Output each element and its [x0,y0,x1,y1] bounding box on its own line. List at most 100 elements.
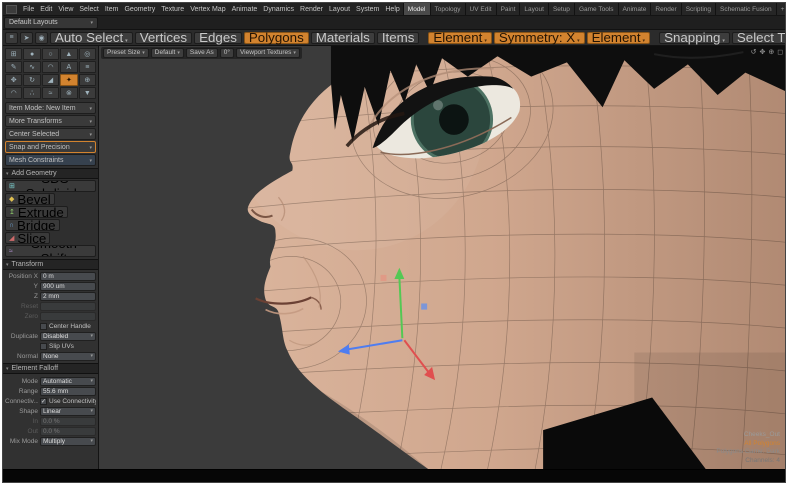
arc-tool-icon[interactable]: ◠ [42,61,59,73]
mode-toolbar-button[interactable]: Element [587,32,650,44]
transform-section-header[interactable]: Transform [3,259,98,270]
menu-item[interactable]: Texture [158,6,187,13]
menu-item[interactable]: Animate [229,6,261,13]
cylinder-tool-icon[interactable]: ○ [42,48,59,60]
layout-tab[interactable]: Paint [496,3,520,15]
layout-tab-strip: ModelTopologyUV EditPaintLayoutSetupGame… [403,3,786,15]
mode-toolbar-button[interactable]: Element [428,32,491,44]
layout-tab[interactable]: Animate [618,3,651,15]
falloff-tool-icon[interactable]: ◠ [5,87,22,99]
element-falloff-section-header[interactable]: Element Falloff [3,363,98,374]
menu-item[interactable]: Select [76,6,101,13]
falloff-shape-dropdown[interactable]: Linear [40,407,96,416]
tube-tool-icon[interactable]: ≡ [79,61,96,73]
menu-item[interactable]: Dynamics [260,6,297,13]
use-connectivity-checkbox[interactable] [40,398,47,405]
menu-icon[interactable]: ≡ [5,32,18,44]
element-move-tool-icon[interactable]: ✦ [60,74,77,86]
menu-item[interactable]: Item [102,6,122,13]
3d-viewport[interactable]: Preset Size Default Save As 0° [99,46,785,469]
viewport-header-button[interactable]: Viewport Textures [236,48,300,58]
menu-item[interactable]: Render [297,6,326,13]
panel-dropdown[interactable]: More Transforms [5,115,96,127]
geometry-tool-button[interactable]: ◢ Slice [5,232,50,244]
falloff-mode-dropdown[interactable]: Automatic [40,377,96,386]
add-geometry-section-header[interactable]: Add Geometry [3,168,98,179]
scale-tool-icon[interactable]: ◢ [42,74,59,86]
viewport-canvas[interactable] [99,46,785,469]
layout-tab[interactable]: UV Edit [465,3,496,15]
mesh-constraints-button[interactable]: Mesh Constraints [5,154,96,166]
layout-tab[interactable]: Game Tools [574,3,618,15]
geometry-tool-button[interactable]: ⊞ SDS Subdivide [5,180,96,192]
center-handle-checkbox[interactable] [40,323,47,330]
viewport-header-button[interactable]: 0° [220,48,234,58]
normal-dropdown[interactable]: None [40,352,96,361]
pan-icon[interactable]: ✥ [759,49,765,56]
jitter-tool-icon[interactable]: ∴ [23,87,40,99]
position-z-field[interactable]: 2 mm [40,292,96,301]
torus-tool-icon[interactable]: ◎ [79,48,96,60]
layout-tab[interactable]: Layout [519,3,548,15]
rotate-tool-icon[interactable]: ↻ [23,74,40,86]
sphere-tool-icon[interactable]: ● [23,48,40,60]
panel-dropdown[interactable]: Item Mode: New Item [5,102,96,114]
menu-item[interactable]: Help [382,6,402,13]
mode-toolbar-button[interactable]: Select Through [732,32,785,44]
pointer-icon[interactable]: ➤ [20,32,33,44]
panel-dropdown[interactable]: Center Selected [5,128,96,140]
mode-toolbar-button[interactable]: Items [377,32,420,44]
menu-item[interactable]: View [55,6,76,13]
mode-toolbar-button[interactable]: Symmetry: X [494,32,585,44]
flex-tool-icon[interactable]: ⊗ [60,87,77,99]
geometry-tool-button[interactable]: ↥ Extrude [5,206,68,218]
viewport-header-button[interactable]: Default [151,48,184,58]
mix-mode-dropdown[interactable]: Multiply [40,437,96,446]
menu-item[interactable]: File [20,6,37,13]
snap-precision-button[interactable]: Snap and Precision [5,141,96,153]
position-y-field[interactable]: 900 um [40,282,96,291]
cube-tool-icon[interactable]: ⊞ [5,48,22,60]
text-tool-icon[interactable]: A [60,61,77,73]
cone-tool-icon[interactable]: ▲ [60,48,77,60]
geometry-tool-button[interactable]: ◆ Bevel [5,193,55,205]
slip-uvs-checkbox[interactable] [40,343,47,350]
mode-toolbar-button[interactable]: Snapping [659,32,730,44]
viewport-header-button[interactable]: Save As [186,48,218,58]
menu-item[interactable]: Layout [326,6,353,13]
layout-switcher-dropdown[interactable]: Default Layouts [4,17,98,29]
move-tool-icon[interactable]: ✥ [5,74,22,86]
layout-tab[interactable]: Setup [548,3,574,15]
menu-item[interactable]: Geometry [121,6,158,13]
layout-tab[interactable]: Topology [430,3,465,15]
mode-toolbar-button[interactable]: Vertices [135,32,192,44]
menu-item[interactable]: Edit [37,6,55,13]
transform-tool-icon[interactable]: ⊕ [79,74,96,86]
geometry-tool-button[interactable]: ∩ Bridge [5,219,60,231]
pen-tool-icon[interactable]: ✎ [5,61,22,73]
mode-toolbar-button[interactable]: Materials [311,32,375,44]
mode-toolbar-button[interactable]: Edges [194,32,242,44]
layout-tab[interactable]: + [776,3,786,15]
layout-tab[interactable]: Scripting [681,3,715,15]
maximize-icon[interactable]: ◻ [777,49,783,56]
geometry-tool-button[interactable]: ≈ Smooth Shift [5,245,96,257]
mode-toolbar-button[interactable]: Polygons [244,32,309,44]
layout-tab[interactable]: Schematic Fusion [715,3,776,15]
duplicate-dropdown[interactable]: Disabled [40,332,96,341]
layout-tab[interactable]: Render [650,3,680,15]
zoom-icon[interactable]: ⊕ [768,49,774,56]
mode-toolbar-button[interactable]: Auto Select [50,32,133,44]
layout-tab[interactable]: Model [403,3,430,15]
menu-item[interactable]: Vertex Map [187,6,228,13]
curve-tool-icon[interactable]: ∿ [23,61,40,73]
sculpt-tool-icon[interactable]: ▼ [79,87,96,99]
orbit-icon[interactable]: ↺ [751,49,757,56]
smooth-tool-icon[interactable]: ≈ [42,87,59,99]
falloff-range-field[interactable]: 55.6 mm [40,387,96,396]
menu-item[interactable]: System [353,6,382,13]
position-x-field[interactable]: 0 m [40,272,96,281]
chevron-down-icon [140,49,145,56]
viewport-header-button[interactable]: Preset Size [103,48,149,58]
paint-select-icon[interactable]: ◉ [35,32,48,44]
